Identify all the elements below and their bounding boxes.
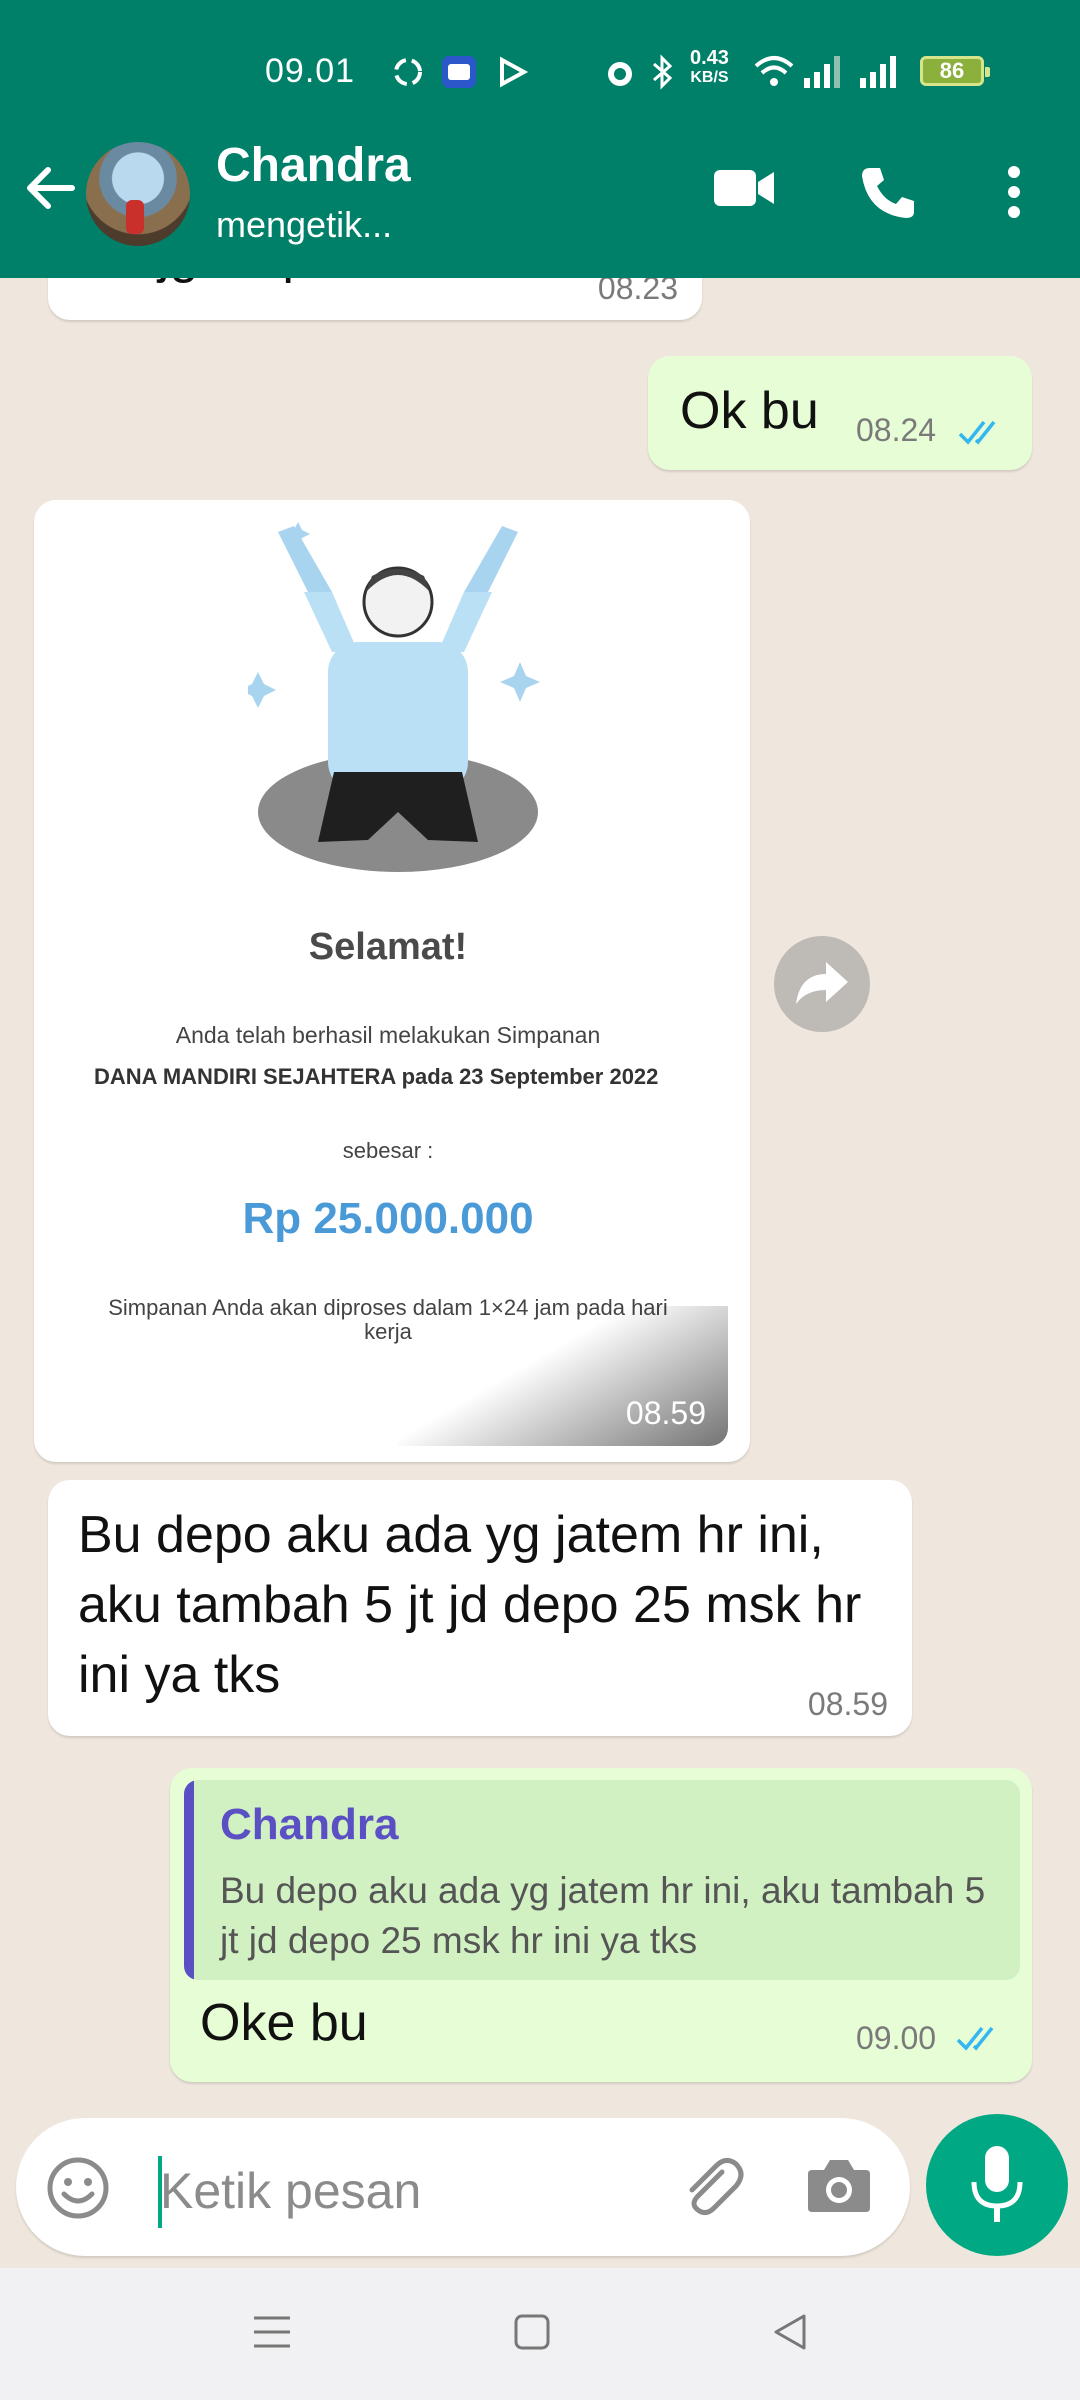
message-time: 08.59 (625, 1395, 706, 1431)
camera-icon[interactable] (806, 2154, 872, 2214)
alarm-icon (602, 54, 638, 90)
more-options-button[interactable] (1000, 164, 1028, 225)
phone-icon (862, 168, 914, 218)
voice-call-button[interactable] (858, 164, 918, 225)
message-text: Bu jgn lupa th tks (80, 278, 479, 290)
voice-message-button[interactable] (926, 2114, 1068, 2256)
card-title: Selamat! (308, 926, 468, 968)
quote-author: Chandra (220, 1800, 399, 1849)
battery-indicator: 86 (920, 56, 990, 86)
signal-icon-1 (802, 54, 842, 90)
system-navigation-bar (0, 2268, 1080, 2400)
sync-icon (390, 54, 426, 90)
message-input[interactable]: Ketik pesan (160, 2162, 421, 2220)
contact-name[interactable]: Chandra (216, 138, 411, 193)
wifi-icon (752, 54, 796, 90)
quote-text: Bu depo aku ada yg jatem hr ini, aku tam… (220, 1870, 986, 1961)
message-image[interactable]: Selamat! Anda telah berhasil melakukan S… (34, 500, 750, 1462)
quote-bar (184, 1780, 194, 1980)
video-call-icon (714, 170, 774, 206)
mic-icon (971, 2146, 1023, 2222)
celebration-illustration (248, 522, 540, 872)
home-icon[interactable] (512, 2312, 552, 2352)
card-line-1: Anda telah berhasil melakukan Simpanan (175, 1022, 601, 1048)
bluetooth-icon (650, 54, 676, 90)
back-arrow-icon (27, 167, 75, 209)
status-bar: 09.01 0.43 KB/S 86 (0, 44, 1080, 104)
card-line-2: DANA MANDIRI SEJAHTERA pada 23 September… (94, 1064, 659, 1089)
message-incoming[interactable]: Bu jgn lupa th tks 08.23 (48, 278, 702, 320)
message-outgoing[interactable]: Ok bu 08.24 (648, 356, 1032, 470)
status-time: 09.01 (265, 52, 356, 90)
chat-area[interactable]: Bu jgn lupa th tks 08.23 Ok bu 08.24 (0, 278, 1080, 2268)
message-outgoing[interactable]: Chandra Bu depo aku ada yg jatem hr ini,… (170, 1768, 1032, 2082)
contact-status: mengetik... (216, 204, 393, 245)
forward-button[interactable] (774, 936, 870, 1032)
media-icon (494, 54, 530, 90)
message-time: 08.23 (597, 278, 678, 306)
card-amount: Rp 25.000.000 (242, 1194, 534, 1243)
more-icon (1008, 166, 1020, 218)
recents-menu-icon[interactable] (252, 2312, 292, 2352)
forward-icon (796, 962, 848, 1004)
signal-icon-2 (858, 54, 898, 90)
double-check-icon (958, 420, 996, 445)
message-incoming[interactable]: Bu depo aku ada yg jatem hr ini, aku tam… (48, 1480, 912, 1736)
image-attachment[interactable]: Selamat! Anda telah berhasil melakukan S… (48, 514, 728, 1446)
message-text: Ok bu (680, 382, 819, 440)
message-time: 08.24 (856, 412, 937, 448)
avatar[interactable] (86, 142, 190, 246)
message-time: 09.00 (856, 2020, 937, 2056)
emoji-icon[interactable] (46, 2156, 110, 2220)
attach-icon[interactable] (676, 2152, 746, 2222)
back-nav-icon[interactable] (770, 2312, 810, 2352)
quoted-message[interactable]: Chandra Bu depo aku ada yg jatem hr ini,… (184, 1780, 1020, 1980)
message-text: Oke bu (200, 1994, 368, 2052)
card-line-3: sebesar : (342, 1138, 434, 1163)
network-speed: 0.43 KB/S (690, 47, 729, 86)
chat-header: 09.01 0.43 KB/S 86 Chandra mengetik... (0, 0, 1080, 278)
message-input-container[interactable]: Ketik pesan (16, 2118, 910, 2256)
back-button[interactable] (22, 160, 78, 216)
message-composer: Ketik pesan (0, 2106, 1080, 2266)
app-notification-icon (440, 54, 478, 90)
video-call-button[interactable] (712, 164, 776, 217)
double-check-icon (956, 2026, 994, 2051)
message-text: Bu depo aku ada yg jatem hr ini, aku tam… (78, 1506, 862, 1704)
message-time: 08.59 (807, 1686, 888, 1722)
